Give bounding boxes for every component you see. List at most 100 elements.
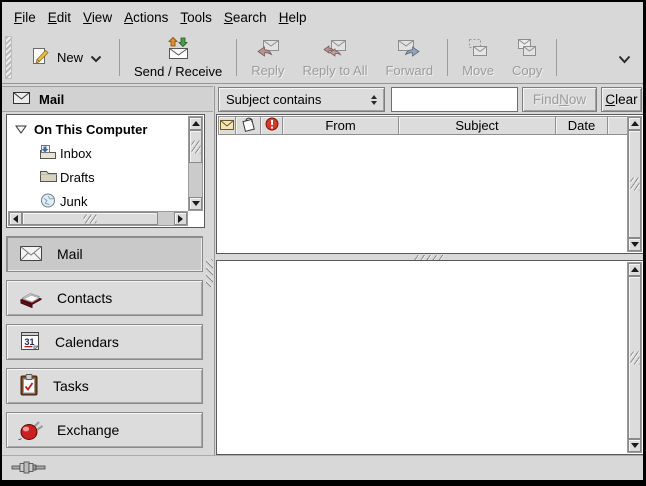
toolbar-separator [556,39,557,76]
statusbar [2,455,643,480]
chevron-down-icon [618,52,631,67]
reply-button[interactable]: Reply [242,32,293,83]
message-list-scrollbar[interactable] [627,116,642,252]
new-button[interactable]: New [18,32,114,83]
menu-search[interactable]: Search [218,10,273,25]
reply-icon [255,37,281,62]
cable-connector-icon[interactable] [11,460,47,477]
thumb-grip [630,351,639,364]
reply-all-icon [322,37,348,62]
switcher-tasks-label: Tasks [53,378,89,394]
move-button[interactable]: Move [453,32,503,83]
arrow-down-icon [631,443,639,448]
drafts-folder-icon [39,168,57,187]
toolbar: New Send / Receive Reply Reply to All Fo… [2,32,643,84]
toolbar-separator [236,39,237,76]
column-from[interactable]: From [282,116,399,135]
scrollbar-trough[interactable] [189,163,202,197]
tree-item-drafts[interactable]: Drafts [9,165,186,189]
folder-pane-header[interactable]: Mail [2,86,213,112]
menu-file[interactable]: File [8,10,42,25]
scroll-up-button[interactable] [628,117,641,130]
switcher-mail-button[interactable]: Mail [6,236,203,272]
scroll-left-button[interactable] [9,212,22,225]
arrow-left-icon [13,215,18,223]
column-filler [607,116,628,135]
toolbar-separator [447,39,448,76]
menu-actions[interactable]: Actions [118,10,174,25]
move-icon [466,37,490,62]
new-button-label: New [57,50,83,65]
toolbar-overflow-button[interactable] [612,46,643,69]
switcher-exchange-label: Exchange [57,422,119,438]
copy-icon [515,37,539,62]
reply-to-all-label: Reply to All [302,63,367,78]
toolbar-grip[interactable] [5,36,12,79]
scroll-up-button[interactable] [189,117,202,130]
search-input[interactable] [391,87,518,112]
menu-view[interactable]: View [77,10,118,25]
column-date[interactable]: Date [555,116,608,135]
menu-help[interactable]: Help [273,10,313,25]
sidebar-divider-grip[interactable] [206,259,213,287]
find-now-button[interactable]: Find Now [522,87,597,112]
thumb-grip [84,214,97,223]
switcher-tasks-button[interactable]: Tasks [6,368,203,404]
send-receive-button[interactable]: Send / Receive [125,32,231,83]
arrow-down-icon [631,242,639,247]
folder-tree-panel: On This Computer Inbox Drafts Junk [6,114,205,228]
mail-icon [18,243,44,266]
switcher-contacts-label: Contacts [57,290,112,306]
scroll-down-button[interactable] [628,238,641,251]
tree-item-inbox[interactable]: Inbox [9,141,186,165]
tree-item-junk[interactable]: Junk [9,189,186,210]
menu-edit[interactable]: Edit [42,10,77,25]
reply-to-all-button[interactable]: Reply to All [293,32,376,83]
scroll-down-button[interactable] [628,439,641,452]
contacts-icon [18,286,44,311]
tree-item-label: Junk [60,194,87,209]
scrollbar-thumb[interactable] [189,130,202,163]
preview-scrollbar[interactable] [627,262,642,453]
inbox-folder-icon [39,144,57,163]
forward-button[interactable]: Forward [376,32,442,83]
column-subject[interactable]: Subject [398,116,556,135]
calendar-day-number: 31 [25,337,35,347]
menubar: File Edit View Actions Tools Search Help [2,2,643,32]
evolution-window: File Edit View Actions Tools Search Help… [0,0,646,486]
scroll-up-button[interactable] [628,263,641,276]
arrow-up-icon [631,121,639,126]
scrollbar-thumb[interactable] [628,130,641,238]
switcher-calendars-label: Calendars [55,334,119,350]
arrow-down-icon [192,201,200,206]
search-criteria-dropdown[interactable]: Subject contains [218,87,385,112]
column-status[interactable] [218,116,236,135]
switcher-contacts-button[interactable]: Contacts [6,280,203,316]
move-button-label: Move [462,63,494,78]
scrollbar-trough[interactable] [158,212,174,225]
column-priority[interactable] [260,116,283,135]
expander-open-icon[interactable] [15,122,27,137]
copy-button-label: Copy [512,63,542,78]
menu-tools[interactable]: Tools [174,10,218,25]
toolbar-separator [119,39,120,76]
scrollbar-thumb[interactable] [22,212,158,225]
switcher-exchange-button[interactable]: Exchange [6,412,203,448]
send-receive-icon [164,36,192,63]
copy-button[interactable]: Copy [503,32,551,83]
tree-horizontal-scrollbar[interactable] [8,211,188,226]
switcher-calendars-button[interactable]: 31 Calendars [6,324,203,360]
preview-pane [216,260,644,455]
tree-root-label: On This Computer [34,122,147,137]
exchange-icon [18,417,44,444]
tree-item-label: Inbox [60,146,92,161]
column-attachment[interactable] [235,116,261,135]
scroll-right-button[interactable] [174,212,187,225]
scroll-down-button[interactable] [189,197,202,210]
tree-root-on-this-computer[interactable]: On This Computer [9,118,186,141]
calendars-icon: 31 [18,329,42,356]
tree-vertical-scrollbar[interactable] [188,116,203,211]
scrollbar-thumb[interactable] [628,276,641,439]
red-exclamation-icon [265,117,279,134]
clear-button[interactable]: Clear [601,87,642,112]
